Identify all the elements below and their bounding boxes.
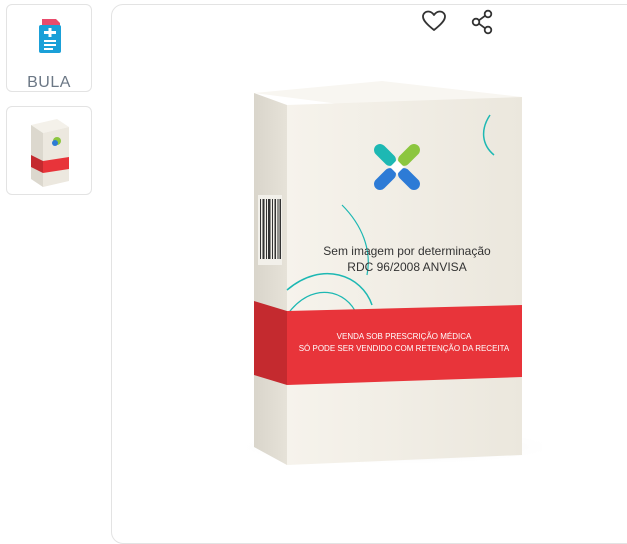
product-thumbnail[interactable] bbox=[6, 106, 92, 195]
product-box-icon bbox=[31, 119, 69, 187]
band-line2: SÓ PODE SER VENDIDO COM RETENÇÃO DA RECE… bbox=[299, 344, 510, 353]
share-icon[interactable] bbox=[470, 9, 494, 35]
product-image-panel: Sem imagem por determinação RDC 96/2008 … bbox=[111, 4, 627, 544]
barcode-icon bbox=[258, 195, 282, 265]
bula-thumbnail[interactable]: BULA bbox=[6, 4, 92, 92]
notice-line2: RDC 96/2008 ANVISA bbox=[347, 260, 466, 274]
bula-label: BULA bbox=[27, 74, 71, 91]
band-line1: VENDA SOB PRESCRIÇÃO MÉDICA bbox=[337, 332, 472, 341]
medicine-box-image: Sem imagem por determinação RDC 96/2008 … bbox=[232, 81, 542, 465]
document-icon bbox=[39, 19, 61, 53]
notice-line1: Sem imagem por determinação bbox=[323, 244, 491, 258]
heart-icon[interactable] bbox=[421, 9, 447, 33]
